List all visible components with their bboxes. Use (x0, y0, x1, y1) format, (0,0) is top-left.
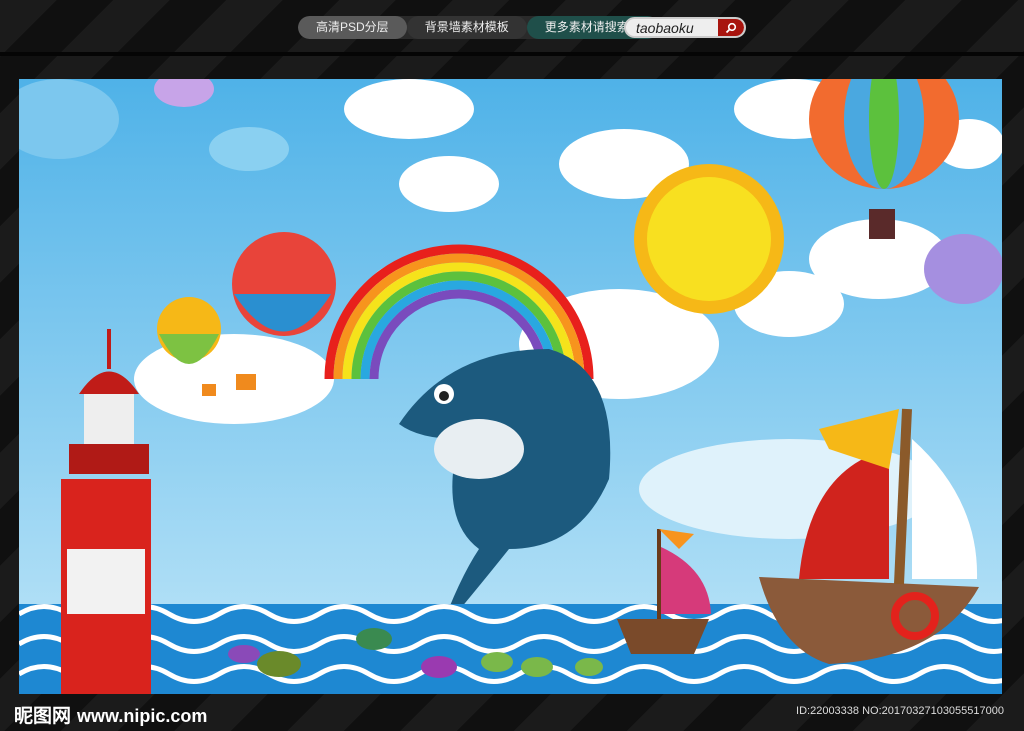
search-icon (725, 22, 737, 33)
search-input[interactable] (626, 19, 718, 36)
top-nav: 高清PSD分层 背景墙素材模板 更多素材请搜索 (298, 16, 659, 39)
image-id: ID:22003338 NO:20170327103055517000 (796, 705, 1004, 717)
tab-background-templates[interactable]: 背景墙素材模板 (406, 16, 527, 39)
illustration (19, 79, 1002, 694)
sun-icon (634, 164, 784, 314)
divider (0, 52, 1024, 56)
logo-url: www.nipic.com (77, 706, 208, 726)
search-box (624, 17, 746, 38)
tab-hd-psd[interactable]: 高清PSD分层 (298, 16, 407, 39)
site-logo[interactable]: 昵图网 www.nipic.com (14, 701, 207, 728)
search-button[interactable] (718, 19, 744, 36)
logo-cn: 昵图网 (14, 706, 72, 727)
